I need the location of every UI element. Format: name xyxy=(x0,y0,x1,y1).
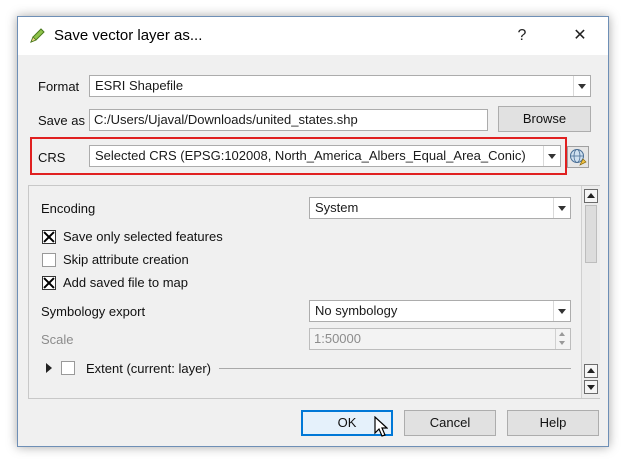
expand-arrow-icon[interactable] xyxy=(45,363,53,373)
scroll-up-icon[interactable] xyxy=(584,364,598,378)
spin-down-icon xyxy=(555,339,570,349)
scroll-thumb[interactable] xyxy=(585,205,597,263)
encoding-select[interactable]: System xyxy=(309,197,571,219)
crs-value: Selected CRS (EPSG:102008, North_America… xyxy=(95,148,526,163)
extent-checkbox[interactable] xyxy=(61,361,75,375)
symbology-select[interactable]: No symbology xyxy=(309,300,571,322)
chevron-down-icon[interactable] xyxy=(553,198,570,218)
save-vector-dialog: Save vector layer as... ? ✕ Format ESRI … xyxy=(17,16,609,447)
encoding-label: Encoding xyxy=(41,201,96,216)
help-icon[interactable]: ? xyxy=(508,23,536,49)
close-icon[interactable]: ✕ xyxy=(566,23,594,49)
crs-label: CRS xyxy=(38,150,66,165)
options-scrollbar[interactable] xyxy=(581,186,600,398)
projection-selector-icon[interactable] xyxy=(567,146,589,168)
browse-button[interactable]: Browse xyxy=(498,106,591,132)
qgis-pencil-icon xyxy=(30,28,45,43)
mouse-cursor-icon xyxy=(374,416,388,437)
encoding-value: System xyxy=(315,200,359,215)
scroll-up-icon[interactable] xyxy=(584,189,598,203)
save-selected-label: Save only selected features xyxy=(63,229,223,244)
format-label: Format xyxy=(38,79,80,94)
scroll-down-icon[interactable] xyxy=(584,380,598,394)
chevron-down-icon[interactable] xyxy=(543,146,560,166)
title-bar: Save vector layer as... ? ✕ xyxy=(18,17,608,55)
add-to-map-checkbox[interactable] xyxy=(42,276,56,290)
saveas-label: Save as xyxy=(38,113,85,128)
format-select[interactable]: ESRI Shapefile xyxy=(89,75,591,97)
options-panel: Encoding System Save only selected featu… xyxy=(28,185,600,399)
spin-up-icon xyxy=(555,329,570,339)
crs-select[interactable]: Selected CRS (EPSG:102008, North_America… xyxy=(89,145,561,167)
extent-label: Extent (current: layer) xyxy=(86,361,211,376)
symbology-label: Symbology export xyxy=(41,304,146,319)
save-selected-checkbox[interactable] xyxy=(42,230,56,244)
extent-divider xyxy=(219,368,571,369)
scale-label: Scale xyxy=(41,332,74,347)
format-value: ESRI Shapefile xyxy=(95,78,184,93)
chevron-down-icon[interactable] xyxy=(553,301,570,321)
symbology-value: No symbology xyxy=(315,303,398,318)
scale-spinbox: 1:50000 xyxy=(309,328,571,350)
help-button[interactable]: Help xyxy=(507,410,599,436)
skip-attribute-label: Skip attribute creation xyxy=(63,252,189,267)
saveas-input[interactable]: C:/Users/Ujaval/Downloads/united_states.… xyxy=(89,109,488,131)
dialog-title: Save vector layer as... xyxy=(54,27,203,44)
skip-attribute-checkbox[interactable] xyxy=(42,253,56,267)
add-to-map-label: Add saved file to map xyxy=(63,275,189,290)
chevron-down-icon[interactable] xyxy=(573,76,590,96)
scale-value: 1:50000 xyxy=(314,331,361,346)
cancel-button[interactable]: Cancel xyxy=(404,410,496,436)
